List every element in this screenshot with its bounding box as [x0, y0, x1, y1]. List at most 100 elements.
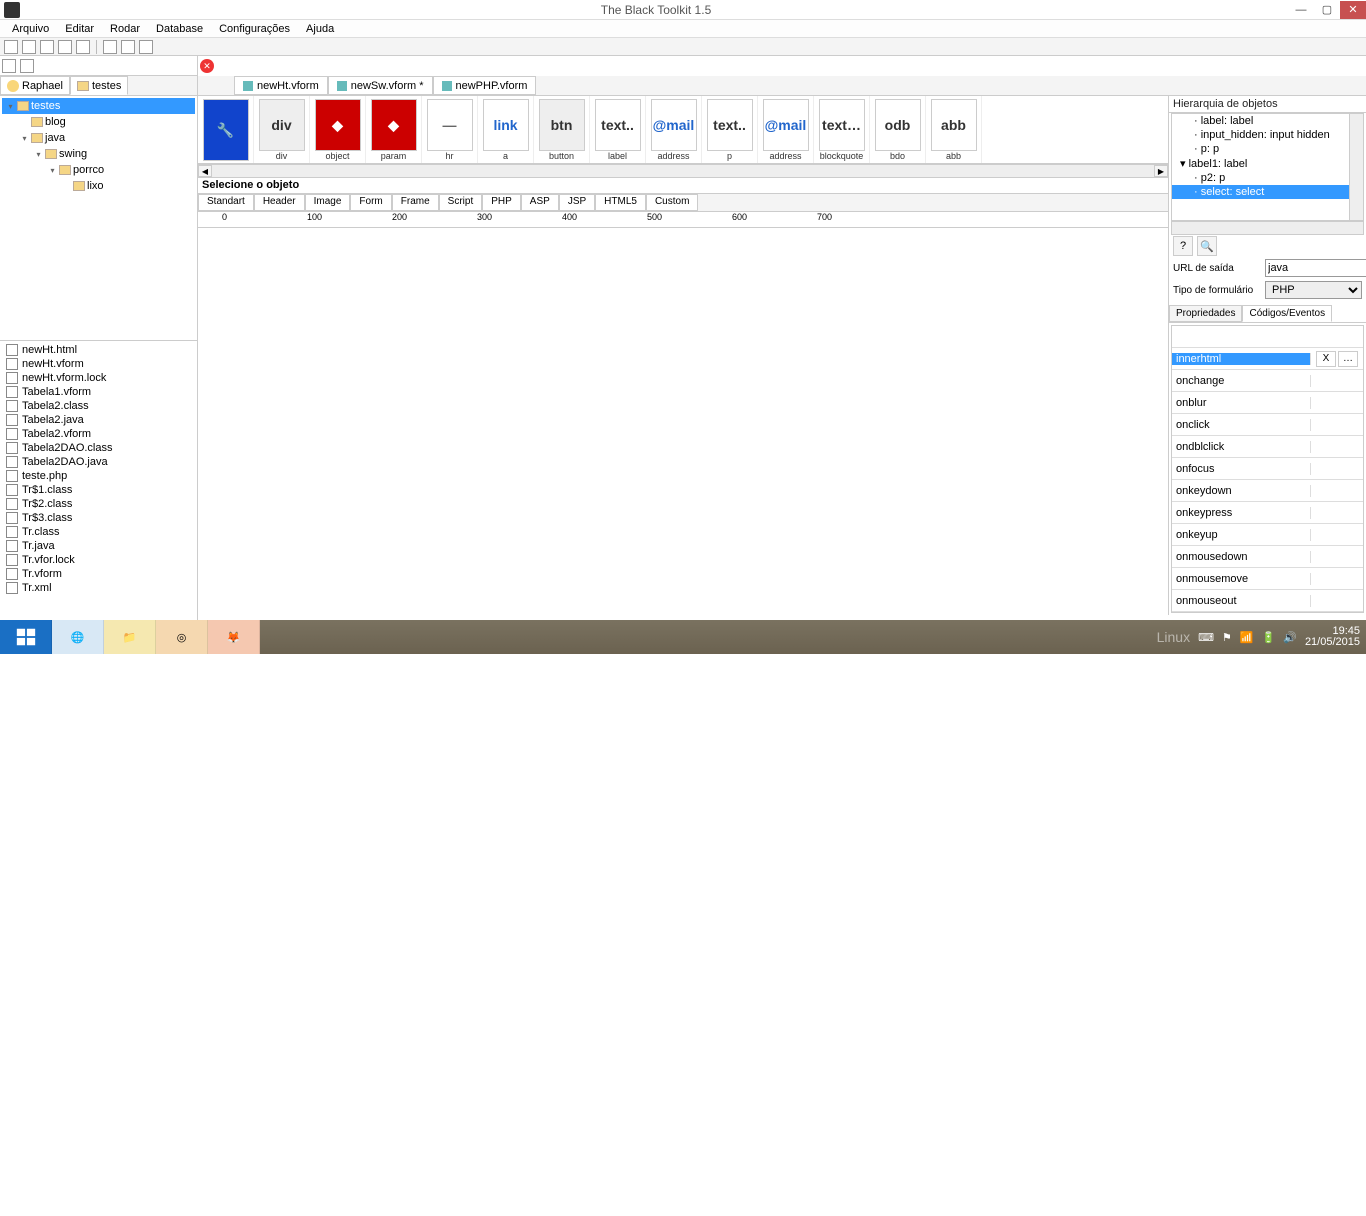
tab-codigos-eventos[interactable]: Códigos/Eventos — [1242, 305, 1332, 322]
event-row-onfocus[interactable]: onfocus — [1172, 458, 1363, 480]
help-button[interactable]: ? — [1173, 236, 1193, 256]
doc-tab-0[interactable]: newHt.vform — [234, 76, 328, 95]
event-row-onmousemove[interactable]: onmousemove — [1172, 568, 1363, 590]
tree-node[interactable]: ▾swing — [2, 146, 195, 162]
event-row-ondblclick[interactable]: ondblclick — [1172, 436, 1363, 458]
category-tab-custom[interactable]: Custom — [646, 194, 698, 211]
file-item[interactable]: Tabela2.java — [2, 413, 195, 427]
toolbar-saveall-icon[interactable] — [58, 40, 72, 54]
scroll-track[interactable] — [212, 165, 1154, 177]
file-item[interactable]: teste.php — [2, 469, 195, 483]
toolbar-new-icon[interactable] — [4, 40, 18, 54]
tray-flag-icon[interactable]: ⚑ — [1222, 631, 1232, 644]
tray-battery-icon[interactable]: 🔋 — [1262, 631, 1276, 644]
file-item[interactable]: newHt.vform — [2, 357, 195, 371]
event-row-onmousedown[interactable]: onmousedown — [1172, 546, 1363, 568]
project-tab-raphael[interactable]: Raphael — [0, 76, 70, 95]
palette-item-abb[interactable]: abbabb — [926, 96, 982, 163]
menu-editar[interactable]: Editar — [57, 22, 102, 36]
menu-arquivo[interactable]: Arquivo — [4, 22, 57, 36]
file-item[interactable]: Tr$2.class — [2, 497, 195, 511]
event-row-onkeydown[interactable]: onkeydown — [1172, 480, 1363, 502]
category-tab-asp[interactable]: ASP — [521, 194, 559, 211]
project-tab-testes[interactable]: testes — [70, 76, 128, 95]
search-button[interactable]: 🔍 — [1197, 236, 1217, 256]
file-item[interactable]: newHt.vform.lock — [2, 371, 195, 385]
palette-item-label[interactable]: text..label — [590, 96, 646, 163]
hierarchy-hscroll[interactable] — [1171, 221, 1364, 235]
hierarchy-node[interactable]: · p: p — [1172, 142, 1363, 156]
minimize-button[interactable]: — — [1288, 1, 1314, 19]
events-list[interactable]: innerhtmlX…onchangeonbluronclickondblcli… — [1171, 325, 1364, 613]
menu-config[interactable]: Configurações — [211, 22, 298, 36]
url-input[interactable] — [1265, 259, 1366, 277]
firefox-icon[interactable]: 🦊 — [208, 620, 260, 654]
close-button[interactable]: ✕ — [1340, 1, 1366, 19]
file-item[interactable]: Tr$3.class — [2, 511, 195, 525]
menu-database[interactable]: Database — [148, 22, 211, 36]
tree-node[interactable]: ▾testes — [2, 98, 195, 114]
start-button[interactable] — [0, 620, 52, 654]
palette-item-address[interactable]: @mailaddress — [646, 96, 702, 163]
doc-tab-2[interactable]: newPHP.vform — [433, 76, 537, 95]
palette-scrollbar[interactable]: ◀ ▶ — [198, 164, 1168, 178]
tray-network-icon[interactable]: 📶 — [1240, 631, 1254, 644]
palette-item-p[interactable]: text..p — [702, 96, 758, 163]
scroll-left-icon[interactable]: ◀ — [198, 165, 212, 177]
left-tool-1-icon[interactable] — [2, 59, 16, 73]
event-row-onblur[interactable]: onblur — [1172, 392, 1363, 414]
event-clear-button[interactable]: X — [1316, 351, 1336, 367]
chrome-icon[interactable]: ◎ — [156, 620, 208, 654]
explorer-icon[interactable]: 📁 — [104, 620, 156, 654]
hierarchy-scroll[interactable] — [1349, 114, 1363, 220]
palette-item-object[interactable]: ◆object — [310, 96, 366, 163]
tree-node[interactable]: ▾porrco — [2, 162, 195, 178]
file-item[interactable]: Tr$1.class — [2, 483, 195, 497]
toolbar-stop-icon[interactable] — [121, 40, 135, 54]
menu-rodar[interactable]: Rodar — [102, 22, 148, 36]
category-tab-html5[interactable]: HTML5 — [595, 194, 646, 211]
palette-item-blockquote[interactable]: text…blockquote — [814, 96, 870, 163]
left-tool-2-icon[interactable] — [20, 59, 34, 73]
maximize-button[interactable]: ▢ — [1314, 1, 1340, 19]
palette-item-address[interactable]: @mailaddress — [758, 96, 814, 163]
hierarchy-node[interactable]: · p2: p — [1172, 171, 1363, 185]
category-tab-frame[interactable]: Frame — [392, 194, 439, 211]
ie-icon[interactable]: 🌐 — [52, 620, 104, 654]
hierarchy-node[interactable]: · input_hidden: input hidden — [1172, 128, 1363, 142]
palette-item-hr[interactable]: —hr — [422, 96, 478, 163]
file-item[interactable]: Tr.class — [2, 525, 195, 539]
category-tab-form[interactable]: Form — [350, 194, 391, 211]
folder-tree[interactable]: ▾testesblog▾java▾swing▾porrcolixo — [0, 96, 197, 340]
menu-ajuda[interactable]: Ajuda — [298, 22, 342, 36]
palette-item-bdo[interactable]: odbbdo — [870, 96, 926, 163]
toolbar-open-icon[interactable] — [22, 40, 36, 54]
category-tab-image[interactable]: Image — [305, 194, 351, 211]
tree-node[interactable]: ▾java — [2, 130, 195, 146]
event-row-onmouseout[interactable]: onmouseout — [1172, 590, 1363, 612]
toolbar-web-icon[interactable] — [139, 40, 153, 54]
tab-propriedades[interactable]: Propriedades — [1169, 305, 1242, 322]
file-item[interactable]: Tabela1.vform — [2, 385, 195, 399]
file-item[interactable]: Tabela2.class — [2, 399, 195, 413]
palette-item-[interactable]: 🔧 — [198, 96, 254, 163]
hierarchy-node[interactable]: · select: select — [1172, 185, 1363, 199]
toolbar-save-icon[interactable] — [40, 40, 54, 54]
file-list[interactable]: newHt.htmlnewHt.vformnewHt.vform.lockTab… — [0, 340, 197, 636]
keyboard-icon[interactable]: ⌨ — [1198, 631, 1214, 644]
palette-item-button[interactable]: btnbutton — [534, 96, 590, 163]
hierarchy-tree[interactable]: · label: label· input_hidden: input hidd… — [1171, 113, 1364, 221]
formtype-select[interactable]: PHP — [1265, 281, 1362, 299]
file-item[interactable]: Tr.java — [2, 539, 195, 553]
category-tab-php[interactable]: PHP — [482, 194, 521, 211]
palette-item-a[interactable]: linka — [478, 96, 534, 163]
tray-volume-icon[interactable]: 🔊 — [1283, 631, 1297, 644]
toolbar-edit-icon[interactable] — [76, 40, 90, 54]
file-item[interactable]: Tr.vform — [2, 567, 195, 581]
event-edit-button[interactable]: … — [1338, 351, 1358, 367]
doc-tab-1[interactable]: newSw.vform * — [328, 76, 433, 95]
event-row-onchange[interactable]: onchange — [1172, 370, 1363, 392]
toolbar-run-icon[interactable] — [103, 40, 117, 54]
file-item[interactable]: Tabela2.vform — [2, 427, 195, 441]
file-item[interactable]: Tr.vfor.lock — [2, 553, 195, 567]
